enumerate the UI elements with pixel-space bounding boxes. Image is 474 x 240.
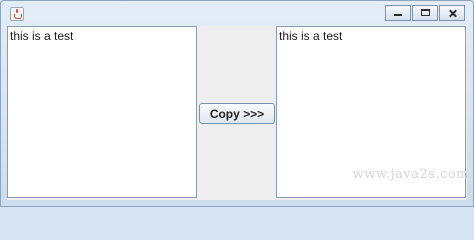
minimize-button[interactable] bbox=[385, 5, 411, 21]
maximize-button[interactable] bbox=[412, 5, 438, 21]
window-controls bbox=[385, 5, 465, 21]
watermark: www.java2s.com bbox=[352, 167, 469, 182]
title-bar[interactable] bbox=[1, 1, 473, 25]
app-window: this is a test Copy >>> this is a test w… bbox=[0, 0, 474, 207]
java-cup-icon[interactable] bbox=[10, 7, 24, 21]
copy-button[interactable]: Copy >>> bbox=[199, 103, 275, 124]
source-text-area[interactable]: this is a test bbox=[7, 26, 197, 198]
close-button[interactable] bbox=[439, 5, 465, 21]
